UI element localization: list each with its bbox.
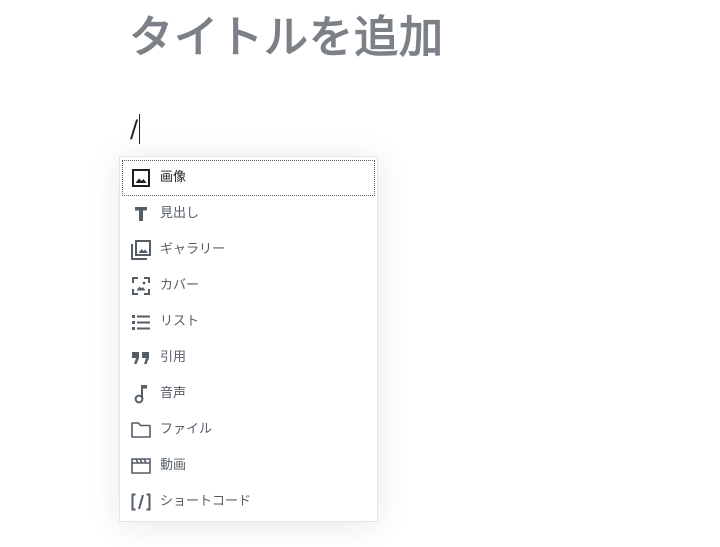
block-autocomplete-menu: 画像 見出し ギャラリー カバー リスト 引用 音声 ファイル 動画 ショートコ… xyxy=(119,156,378,522)
block-option-label: ギャラリー xyxy=(160,242,226,257)
block-option-label: 動画 xyxy=(160,458,187,473)
video-icon xyxy=(130,455,152,477)
audio-icon xyxy=(130,383,152,405)
block-option-shortcode[interactable]: ショートコード xyxy=(122,484,375,520)
paragraph-block[interactable]: / xyxy=(130,113,141,145)
quote-icon xyxy=(130,347,152,369)
block-option-label: 音声 xyxy=(160,386,187,401)
text-caret xyxy=(139,114,141,144)
block-option-label: カバー xyxy=(160,278,200,293)
block-option-gallery[interactable]: ギャラリー xyxy=(122,232,375,268)
block-option-label: ファイル xyxy=(160,422,213,437)
image-icon xyxy=(130,167,152,189)
cover-icon xyxy=(130,275,152,297)
block-option-label: 見出し xyxy=(160,206,200,221)
list-icon xyxy=(130,311,152,333)
block-option-list[interactable]: リスト xyxy=(122,304,375,340)
block-option-label: 画像 xyxy=(160,170,187,185)
block-option-image[interactable]: 画像 xyxy=(122,160,375,196)
file-icon xyxy=(130,419,152,441)
block-option-quote[interactable]: 引用 xyxy=(122,340,375,376)
gallery-icon xyxy=(130,239,152,261)
block-option-heading[interactable]: 見出し xyxy=(122,196,375,232)
block-option-video[interactable]: 動画 xyxy=(122,448,375,484)
block-option-label: ショートコード xyxy=(160,494,252,509)
post-title-input[interactable]: タイトルを追加 xyxy=(129,12,444,64)
block-option-file[interactable]: ファイル xyxy=(122,412,375,448)
shortcode-icon xyxy=(130,491,152,513)
block-option-audio[interactable]: 音声 xyxy=(122,376,375,412)
block-option-label: 引用 xyxy=(160,350,187,365)
block-option-label: リスト xyxy=(160,314,200,329)
heading-icon xyxy=(130,203,152,225)
block-input-text: / xyxy=(130,115,139,143)
block-option-cover[interactable]: カバー xyxy=(122,268,375,304)
